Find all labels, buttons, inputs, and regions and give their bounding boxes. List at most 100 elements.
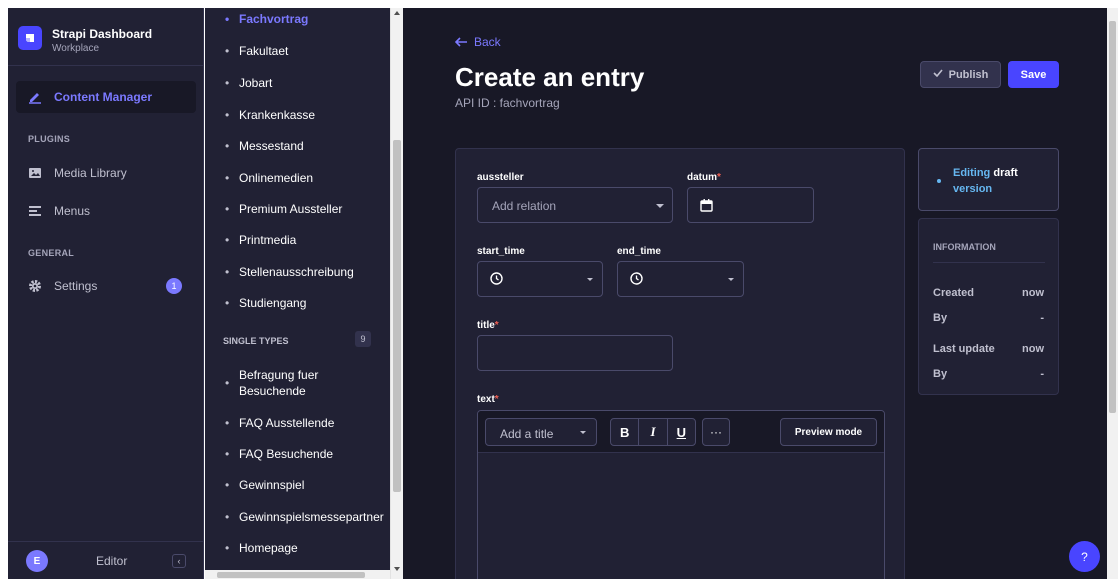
collapse-nav-button[interactable]: ‹	[172, 554, 186, 568]
subnav-item-jobart[interactable]: • Jobart	[225, 76, 272, 90]
menu-icon	[28, 204, 42, 218]
entry-form: aussteller Add relation datum* start_tim…	[455, 148, 905, 579]
text-label: text*	[477, 394, 499, 405]
nav-section-general: GENERAL	[28, 248, 75, 258]
brand-title: Strapi Dashboard	[52, 27, 153, 41]
draft-status-text: Editing draft version	[953, 167, 1018, 195]
scrollbar-thumb[interactable]	[1109, 21, 1116, 413]
subnav-item-messestand[interactable]: • Messestand	[225, 139, 304, 153]
subnav-item-onlinemedien[interactable]: • Onlinemedien	[225, 171, 313, 185]
nav-media-library[interactable]: Media Library	[16, 157, 196, 189]
updated-by-label: By	[933, 368, 948, 380]
heading-select-value: Add a title	[500, 427, 554, 441]
chevron-left-icon: ‹	[177, 556, 181, 566]
calendar-icon	[700, 199, 713, 217]
strapi-logo-icon	[18, 26, 42, 50]
subnav-item-fachvortrag[interactable]: • Fachvortrag	[225, 12, 308, 26]
subnav-item-homepage[interactable]: • Homepage	[225, 541, 298, 555]
divider	[933, 262, 1045, 263]
gear-icon	[28, 279, 42, 293]
single-types-heading: SINGLE TYPES	[223, 336, 289, 346]
check-icon	[933, 69, 943, 80]
publish-label: Publish	[948, 68, 989, 81]
current-user-name[interactable]: Editor	[96, 554, 127, 568]
last-update-label: Last update	[933, 343, 995, 355]
chevron-down-icon	[580, 431, 586, 434]
underline-button[interactable]: U	[668, 419, 695, 445]
back-link[interactable]: Back	[454, 34, 501, 50]
api-id: API ID : fachvortrag	[455, 96, 560, 110]
scroll-up-arrow-icon[interactable]	[394, 11, 400, 15]
arrow-left-icon	[454, 34, 468, 50]
bold-button[interactable]: B	[611, 419, 640, 445]
datum-label: datum*	[687, 172, 721, 183]
nav-settings[interactable]: Settings 1	[16, 270, 196, 302]
nav-content-manager-label: Content Manager	[54, 90, 153, 104]
clock-icon	[630, 272, 643, 290]
image-icon	[28, 166, 42, 180]
scroll-down-arrow-icon[interactable]	[394, 567, 400, 571]
aussteller-label: aussteller	[477, 172, 524, 183]
title-label: title*	[477, 320, 499, 331]
clock-icon	[490, 272, 503, 290]
page-vertical-scrollbar[interactable]	[1107, 8, 1118, 579]
preview-mode-button[interactable]: Preview mode	[780, 418, 877, 446]
back-label: Back	[474, 35, 501, 49]
page-title: Create an entry	[455, 62, 645, 92]
chevron-down-icon	[587, 278, 593, 281]
information-card: INFORMATION Created now By - Last update…	[918, 218, 1059, 395]
title-input[interactable]	[477, 335, 673, 371]
nav-menus-label: Menus	[54, 204, 91, 218]
subnav-item-krankenkasse[interactable]: • Krankenkasse	[225, 108, 315, 122]
subnav-item-faq-besuchende[interactable]: • FAQ Besuchende	[225, 447, 333, 461]
subnav-item-gewinnspiel[interactable]: • Gewinnspiel	[225, 478, 304, 492]
start-time-select[interactable]	[477, 261, 603, 297]
subnav-item-gewinnspielsmessepartner[interactable]: • Gewinnspielsmessepartner	[225, 510, 384, 524]
aussteller-relation-select[interactable]: Add relation	[477, 187, 673, 223]
scrollbar-thumb[interactable]	[393, 140, 401, 492]
subnav-item-premium-aussteller[interactable]: • Premium Aussteller	[225, 202, 342, 216]
format-button-group: B I U	[610, 418, 696, 446]
single-types-count-badge: 9	[355, 331, 371, 347]
datum-date-picker[interactable]	[687, 187, 814, 223]
help-button[interactable]: ?	[1069, 541, 1100, 572]
nav-content-manager[interactable]: Content Manager	[16, 81, 196, 113]
editor-toolbar: Add a title B I U ··· Preview mode	[478, 411, 884, 453]
chevron-down-icon	[656, 204, 664, 208]
created-value: now	[1022, 287, 1044, 299]
nav-settings-label: Settings	[54, 279, 98, 293]
nav-section-plugins: PLUGINS	[28, 134, 71, 144]
status-dot	[937, 179, 941, 183]
more-options-button[interactable]: ···	[702, 418, 730, 446]
information-heading: INFORMATION	[933, 242, 996, 252]
created-label: Created	[933, 287, 974, 299]
subnav-item-studiengang[interactable]: • Studiengang	[225, 296, 306, 310]
nav-footer: E Editor ‹	[8, 541, 204, 579]
subnav-vertical-scrollbar[interactable]	[390, 8, 403, 579]
subnav-item-fakultaet[interactable]: • Fakultaet	[225, 44, 288, 58]
draft-status-card: Editing draft version	[918, 148, 1059, 211]
save-button[interactable]: Save	[1008, 61, 1059, 88]
end-time-select[interactable]	[617, 261, 744, 297]
subnav-item-befragung-fuer-besuchende[interactable]: • Befragung fuer Besuchende	[225, 367, 375, 399]
nav-media-library-label: Media Library	[54, 166, 127, 180]
created-by-value: -	[1040, 312, 1044, 324]
content-types-list: • Fachvortrag • Fakultaet • Jobart • Kranken…	[205, 8, 390, 579]
subnav-item-printmedia[interactable]: • Printmedia	[225, 233, 296, 247]
text-rich-editor[interactable]: Add a title B I U ··· Preview mode	[477, 410, 885, 579]
subnav-item-stellenausschreibung[interactable]: • Stellenausschreibung	[225, 265, 354, 279]
italic-button[interactable]: I	[639, 419, 668, 445]
start-time-label: start_time	[477, 246, 525, 257]
settings-notification-badge: 1	[166, 278, 182, 294]
main-navigation: Strapi Dashboard Workplace Content Manag…	[8, 8, 204, 579]
scrollbar-thumb[interactable]	[217, 572, 365, 578]
brand: Strapi Dashboard Workplace	[8, 8, 204, 66]
avatar[interactable]: E	[26, 550, 48, 572]
subnav-horizontal-scrollbar[interactable]	[205, 570, 390, 579]
brand-subtitle: Workplace	[52, 43, 100, 54]
heading-select[interactable]: Add a title	[485, 418, 597, 446]
publish-button[interactable]: Publish	[920, 61, 1001, 88]
chevron-down-icon	[728, 278, 734, 281]
nav-menus[interactable]: Menus	[16, 195, 196, 227]
subnav-item-faq-ausstellende[interactable]: • FAQ Ausstellende	[225, 416, 334, 430]
